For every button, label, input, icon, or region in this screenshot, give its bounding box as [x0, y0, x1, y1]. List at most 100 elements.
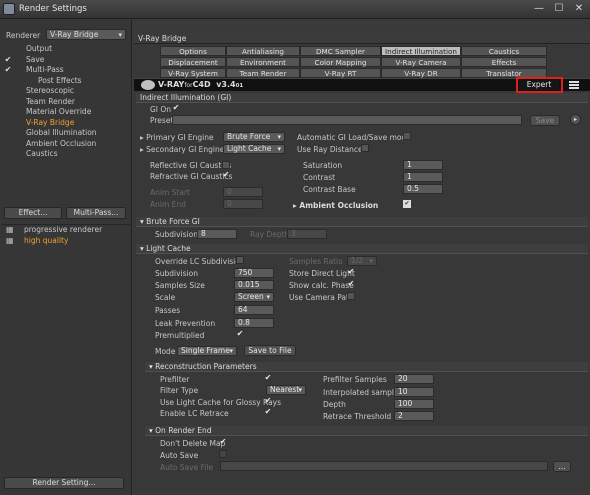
store-direct-checkbox[interactable]: ✔	[347, 268, 355, 276]
tree-item[interactable]: Global Illumination	[2, 128, 130, 139]
leak-prevention-field[interactable]: 0.8	[234, 318, 274, 328]
saturation-field[interactable]: 1	[403, 160, 443, 170]
tab-environment[interactable]: Environment	[226, 57, 300, 67]
menu-icon[interactable]	[569, 81, 579, 89]
lc-subdivision-field[interactable]: 750	[234, 268, 274, 278]
preset-arrow-icon[interactable]: ▸	[570, 114, 581, 125]
use-lc-glossy-checkbox[interactable]: ✔	[264, 397, 272, 405]
show-calc-checkbox[interactable]: ✔	[347, 280, 355, 288]
tree-item[interactable]: ✔ Save	[2, 55, 130, 66]
maximize-icon[interactable]: ☐	[553, 3, 565, 15]
samples-ratio-dropdown[interactable]: 1/2 ▾	[347, 256, 377, 266]
save-to-file-button[interactable]: Save to File	[244, 345, 296, 356]
secondary-gi-dropdown[interactable]: Light Cache ▾	[223, 144, 285, 154]
override-lc-label: Override LC Subdivision	[155, 257, 245, 266]
tree-item-label: Output	[26, 44, 53, 53]
premultiplied-checkbox[interactable]: ✔	[236, 330, 244, 338]
multipass-button[interactable]: Multi-Pass...	[66, 207, 126, 219]
minimize-icon[interactable]: —	[533, 3, 545, 15]
gi-on-checkbox[interactable]: ✔	[172, 104, 180, 112]
use-camera-checkbox[interactable]	[347, 292, 355, 300]
tree-checkbox[interactable]: ✔	[4, 55, 12, 66]
passes-field[interactable]: 64	[234, 305, 274, 315]
saturation-label: Saturation	[303, 161, 343, 170]
effect-button[interactable]: Effect...	[4, 207, 62, 219]
chevron-down-icon: ▾	[298, 386, 302, 394]
contrast-field[interactable]: 1	[403, 172, 443, 182]
tree-item-label: Stereoscopic	[26, 86, 75, 95]
enable-lc-checkbox[interactable]: ✔	[264, 408, 272, 416]
use-camera-label: Use Camera Path	[289, 293, 354, 302]
primary-gi-dropdown[interactable]: Brute Force ▾	[223, 132, 285, 142]
preset-label: progressive renderer	[24, 225, 103, 234]
tab-displacement[interactable]: Displacement	[160, 57, 226, 67]
preset-save-button[interactable]: Save	[530, 115, 560, 126]
tree-item[interactable]: Material Override	[2, 107, 130, 118]
preset-icon: ▦	[6, 235, 14, 245]
gi-on-label: GI On	[150, 105, 172, 114]
close-icon[interactable]: ✕	[573, 3, 585, 15]
retrace-threshold-field[interactable]: 2	[394, 411, 434, 421]
chevron-down-icon: ▾	[277, 145, 281, 153]
render-setting-button[interactable]: Render Setting...	[4, 477, 124, 489]
tree-item[interactable]: Output	[2, 44, 130, 55]
tree-item[interactable]: V-Ray Bridge	[2, 118, 130, 129]
filter-type-dropdown[interactable]: Nearest ▾	[266, 385, 306, 395]
tree-item-label: Caustics	[26, 149, 58, 158]
tree-item[interactable]: Ambient Occlusion	[2, 139, 130, 150]
tab-effects[interactable]: Effects	[461, 57, 547, 67]
tab-indirect-illumination-gi-[interactable]: Indirect Illumination (GI)	[381, 46, 461, 65]
refractive-caustics-checkbox[interactable]: ✔	[222, 171, 230, 179]
anim-start-field[interactable]: 0	[223, 187, 263, 197]
ray-depth-field[interactable]: 3	[287, 229, 327, 239]
tab-v-ray-system[interactable]: V-Ray System	[160, 68, 226, 78]
tab-antialiasing[interactable]: Antialiasing	[226, 46, 300, 56]
renderer-dropdown[interactable]: V-Ray Bridge ▾	[46, 29, 126, 40]
tree-item[interactable]: Caustics	[2, 149, 130, 160]
tab-color-mapping[interactable]: Color Mapping	[300, 57, 381, 67]
mode-dropdown[interactable]: Single Frame ▾	[177, 346, 237, 356]
tree-item[interactable]: Post Effects	[2, 76, 130, 87]
preset-field[interactable]	[172, 115, 522, 125]
tab-v-ray-camera[interactable]: V-Ray Camera	[381, 57, 461, 67]
bf-subdivision-field[interactable]: 8	[197, 229, 237, 239]
interp-samples-field[interactable]: 10	[394, 387, 434, 397]
tab-options[interactable]: Options	[160, 46, 226, 56]
anim-end-field[interactable]: 0	[223, 199, 263, 209]
window-title: Render Settings	[19, 4, 87, 14]
preset-item[interactable]: ▦ progressive renderer	[2, 225, 130, 236]
tree-item[interactable]: Team Render	[2, 97, 130, 108]
use-ray-checkbox[interactable]	[361, 144, 369, 152]
prefilter-checkbox[interactable]: ✔	[264, 374, 272, 382]
depth-field[interactable]: 100	[394, 399, 434, 409]
scale-label: Scale	[155, 293, 176, 302]
tab-dmc-sampler[interactable]: DMC Sampler	[300, 46, 381, 56]
tree-item[interactable]: Stereoscopic	[2, 86, 130, 97]
auto-save-file-field[interactable]	[220, 461, 548, 471]
app-icon	[3, 3, 15, 15]
preset-icon: ▦	[6, 225, 14, 234]
tab-team-render[interactable]: Team Render	[226, 68, 300, 78]
samples-size-field[interactable]: 0.015	[234, 280, 274, 290]
auto-gi-label: Automatic GI Load/Save mode	[297, 133, 411, 142]
tab-caustics[interactable]: Caustics	[461, 46, 547, 56]
renderer-value: V-Ray Bridge	[50, 30, 99, 39]
ambient-occlusion-checkbox[interactable]: ✔	[403, 200, 411, 208]
browse-button[interactable]: …	[553, 461, 571, 472]
dont-delete-map-checkbox[interactable]: ✔	[219, 438, 227, 446]
contrast-base-field[interactable]: 0.5	[403, 184, 443, 194]
tab-v-ray-rt[interactable]: V-Ray RT	[300, 68, 381, 78]
auto-gi-checkbox[interactable]	[403, 132, 411, 140]
tree-checkbox[interactable]: ✔	[4, 65, 12, 76]
scale-dropdown[interactable]: Screen ▾	[234, 292, 274, 302]
version-sub: 01	[235, 83, 244, 89]
tab-v-ray-dr[interactable]: V-Ray DR	[381, 68, 461, 78]
auto-save-checkbox[interactable]	[219, 450, 227, 458]
reflective-caustics-checkbox[interactable]	[222, 161, 230, 169]
prefilter-samples-field[interactable]: 20	[394, 374, 434, 384]
override-lc-checkbox[interactable]	[236, 256, 244, 264]
tree-item-label: Ambient Occlusion	[26, 138, 97, 148]
panel-header: V-Ray Bridge	[134, 33, 590, 44]
preset-item[interactable]: ▦ high quality	[2, 236, 130, 247]
tree-item[interactable]: ✔ Multi-Pass	[2, 65, 130, 76]
